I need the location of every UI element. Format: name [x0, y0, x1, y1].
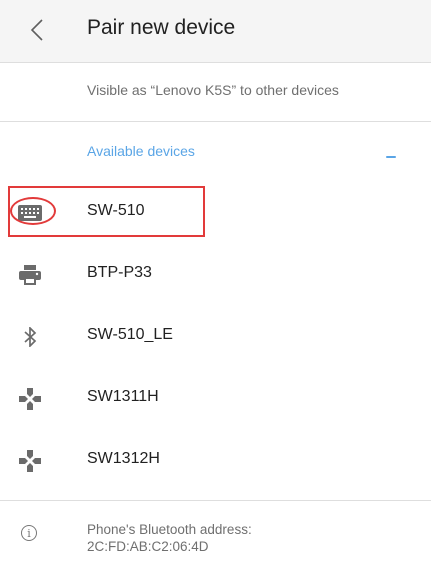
info-icon: i — [21, 525, 37, 541]
device-name: SW-510_LE — [87, 326, 173, 343]
device-row-sw1312h[interactable]: SW1312H — [0, 430, 431, 492]
device-row-sw1311h[interactable]: SW1311H — [0, 368, 431, 430]
device-row-sw-510-le[interactable]: SW-510_LE — [0, 306, 431, 368]
page-title: Pair new device — [87, 16, 236, 39]
visibility-text: Visible as “Lenovo K5S” to other devices — [87, 82, 339, 98]
available-devices-header: Available devices — [87, 143, 195, 159]
gamepad-icon — [18, 388, 42, 410]
bluetooth-address: Phone's Bluetooth address: 2C:FD:AB:C2:0… — [87, 521, 252, 555]
device-row-btp-p33[interactable]: BTP-P33 — [0, 244, 431, 306]
divider — [0, 62, 431, 63]
printer-icon — [18, 264, 42, 286]
chevron-left-icon — [30, 19, 43, 41]
device-name: BTP-P33 — [87, 264, 152, 281]
app-bar: Pair new device — [0, 0, 431, 62]
device-name: SW1311H — [87, 388, 159, 405]
divider — [0, 500, 431, 501]
bluetooth-address-label: Phone's Bluetooth address: — [87, 522, 252, 537]
back-button[interactable] — [19, 12, 55, 48]
gamepad-icon — [18, 450, 42, 472]
bluetooth-address-value: 2C:FD:AB:C2:06:4D — [87, 539, 209, 554]
scanning-indicator — [386, 156, 396, 158]
divider — [0, 121, 431, 122]
annotation-highlight-circle — [10, 197, 56, 225]
bluetooth-icon — [18, 326, 42, 348]
device-name: SW1312H — [87, 450, 160, 467]
